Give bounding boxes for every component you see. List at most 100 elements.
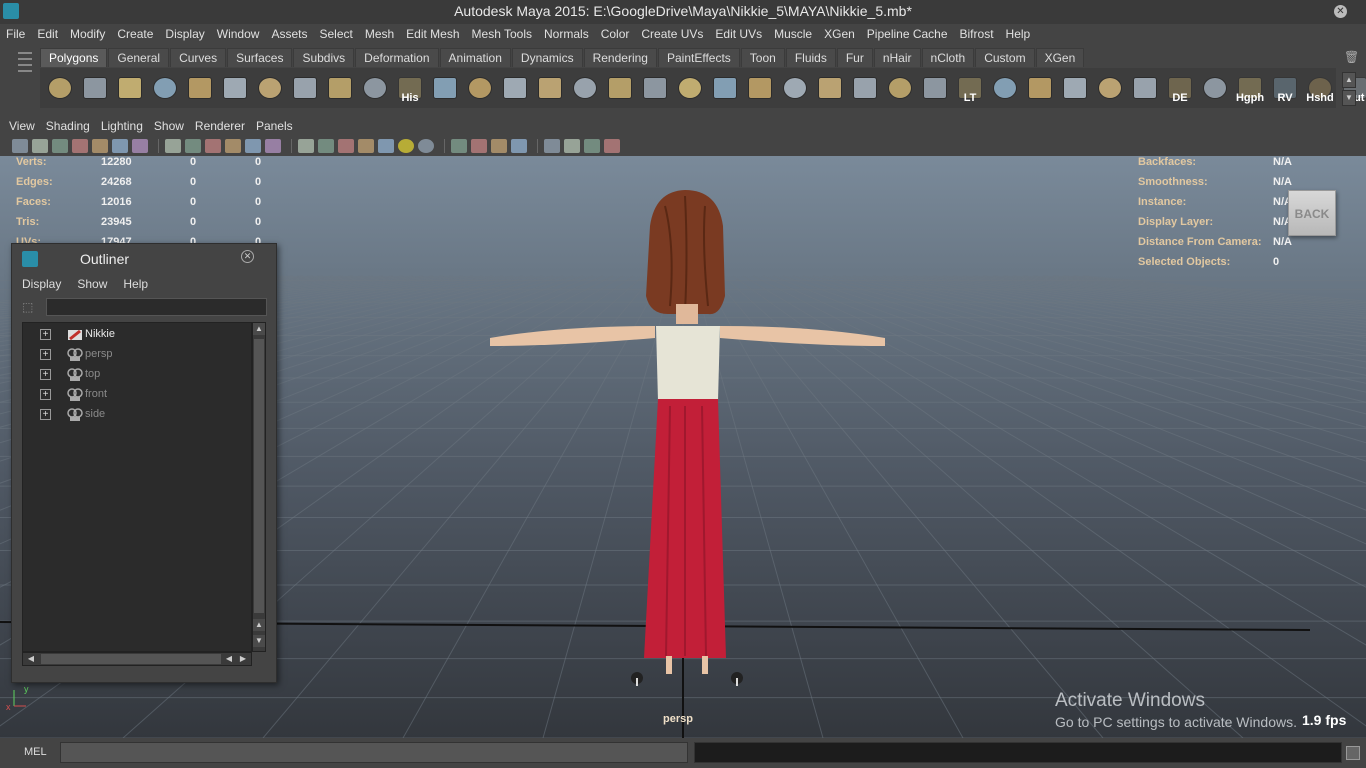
menu-bifrost[interactable]: Bifrost: [954, 27, 1000, 41]
uv-planar-icon[interactable]: [989, 72, 1021, 104]
display-edges-icon[interactable]: DE: [1164, 72, 1196, 104]
menu-create[interactable]: Create: [111, 27, 159, 41]
poly-torus-icon[interactable]: [219, 72, 251, 104]
outliner-horizontal-scrollbar[interactable]: ◀ ◀ ▶: [22, 652, 252, 666]
menu-edit-mesh[interactable]: Edit Mesh: [400, 27, 465, 41]
shadows-icon[interactable]: [418, 139, 434, 153]
menu-assets[interactable]: Assets: [265, 27, 313, 41]
xray-joints-icon[interactable]: [564, 139, 580, 153]
menu-pipeline-cache[interactable]: Pipeline Cache: [861, 27, 954, 41]
smooth-shade-icon[interactable]: [318, 139, 334, 153]
scroll-down-icon[interactable]: ▼: [253, 635, 265, 647]
insert-edge-loop-icon[interactable]: [709, 72, 741, 104]
scroll-up-icon[interactable]: ▲: [253, 619, 265, 631]
isolate-select-icon[interactable]: [544, 139, 560, 153]
tab-toon[interactable]: Toon: [740, 48, 785, 67]
combine-icon[interactable]: [429, 72, 461, 104]
tab-fluids[interactable]: Fluids: [785, 48, 836, 67]
menu-muscle[interactable]: Muscle: [768, 27, 818, 41]
scroll-thumb[interactable]: [254, 339, 264, 613]
menu-edit[interactable]: Edit: [31, 27, 64, 41]
field-chart-icon[interactable]: [245, 139, 261, 153]
tab-custom[interactable]: Custom: [975, 48, 1035, 67]
viewcube[interactable]: BACK: [1288, 190, 1336, 236]
tab-curves[interactable]: Curves: [170, 48, 227, 67]
hypershade-icon[interactable]: Hshd: [1304, 72, 1336, 104]
shelf-scroll-up-icon[interactable]: ▲: [1342, 72, 1356, 88]
panel-menu-shading[interactable]: Shading: [41, 119, 96, 133]
expand-icon[interactable]: +: [40, 329, 51, 340]
outliner-menu-help[interactable]: Help: [123, 277, 148, 295]
scroll-up-icon[interactable]: ▲: [253, 323, 265, 335]
menu-edit-uvs[interactable]: Edit UVs: [709, 27, 768, 41]
wireframe-on-shaded-icon[interactable]: [338, 139, 354, 153]
resolution-gate-icon[interactable]: [205, 139, 221, 153]
scroll-left-icon[interactable]: ◀: [25, 653, 37, 665]
poly-cylinder-icon[interactable]: [114, 72, 146, 104]
tab-dynamics[interactable]: Dynamics: [511, 48, 583, 67]
panel-menu-renderer[interactable]: Renderer: [190, 119, 251, 133]
expand-icon[interactable]: +: [40, 369, 51, 380]
scroll-right-icon[interactable]: ▶: [237, 653, 249, 665]
uv-spherical-icon[interactable]: [1059, 72, 1091, 104]
panel-menu-panels[interactable]: Panels: [251, 119, 299, 133]
poly-pyramid-icon[interactable]: [254, 72, 286, 104]
bridge-icon[interactable]: [569, 72, 601, 104]
outliner-item-side[interactable]: + side: [23, 405, 253, 425]
command-language-label[interactable]: MEL: [24, 746, 47, 758]
poly-cube-icon[interactable]: [79, 72, 111, 104]
soft-select-icon[interactable]: [884, 72, 916, 104]
scroll-thumb-horizontal[interactable]: [41, 654, 221, 664]
tab-nhair[interactable]: nHair: [873, 48, 921, 67]
lattice-tool-icon[interactable]: LT: [954, 72, 986, 104]
safe-action-icon[interactable]: [265, 139, 281, 153]
tab-subdivs[interactable]: Subdivs: [293, 48, 355, 67]
shelf-scroll-down-icon[interactable]: ▼: [1342, 90, 1356, 106]
shelf-handle[interactable]: [14, 48, 36, 110]
lock-camera-icon[interactable]: [32, 139, 48, 153]
outliner-item-nikkie[interactable]: + Nikkie: [23, 325, 253, 345]
panel-menu-show[interactable]: Show: [149, 119, 190, 133]
tab-ncloth[interactable]: nCloth: [921, 48, 975, 67]
script-editor-icon[interactable]: [1346, 746, 1360, 760]
trash-icon[interactable]: 🗑: [1344, 50, 1359, 64]
x-ray-icon[interactable]: [358, 139, 374, 153]
outliner-item-top[interactable]: + top: [23, 365, 253, 385]
render-view-icon[interactable]: RV: [1269, 72, 1301, 104]
tab-deformation[interactable]: Deformation: [355, 48, 439, 67]
uv-editor-icon[interactable]: [1129, 72, 1161, 104]
menu-mesh-tools[interactable]: Mesh Tools: [466, 27, 538, 41]
sculpt-icon[interactable]: [779, 72, 811, 104]
scroll-left-icon[interactable]: ◀: [223, 653, 235, 665]
uv-automatic-icon[interactable]: [1094, 72, 1126, 104]
menu-display[interactable]: Display: [159, 27, 210, 41]
extract-icon[interactable]: [499, 72, 531, 104]
twod-pan-zoom-icon[interactable]: [112, 139, 128, 153]
uv-cylindrical-icon[interactable]: [1024, 72, 1056, 104]
panel-menu-view[interactable]: View: [4, 119, 41, 133]
gate-mask-icon[interactable]: [225, 139, 241, 153]
outliner-vertical-scrollbar[interactable]: ▲ ▲ ▼: [252, 322, 266, 652]
menu-help[interactable]: Help: [1000, 27, 1037, 41]
menu-modify[interactable]: Modify: [64, 27, 111, 41]
depth-of-field-icon[interactable]: [511, 139, 527, 153]
menu-select[interactable]: Select: [313, 27, 358, 41]
tab-polygons[interactable]: Polygons: [40, 48, 108, 67]
separate-icon[interactable]: [464, 72, 496, 104]
close-icon[interactable]: ✕: [241, 250, 254, 263]
split-icon[interactable]: [674, 72, 706, 104]
menu-normals[interactable]: Normals: [538, 27, 595, 41]
poly-helix-icon[interactable]: [324, 72, 356, 104]
hypergraph-icon[interactable]: Hgph: [1234, 72, 1266, 104]
wireframe-icon[interactable]: [298, 139, 314, 153]
grease-pencil-icon[interactable]: [132, 139, 148, 153]
uv-layout-icon[interactable]: [1199, 72, 1231, 104]
menu-color[interactable]: Color: [595, 27, 636, 41]
transfer-icon[interactable]: [919, 72, 951, 104]
append-icon[interactable]: [604, 72, 636, 104]
outliner-menu-show[interactable]: Show: [77, 277, 107, 295]
poly-sphere-icon[interactable]: [44, 72, 76, 104]
menu-file[interactable]: File: [0, 27, 31, 41]
command-input[interactable]: [60, 742, 688, 763]
select-camera-icon[interactable]: [12, 139, 28, 153]
